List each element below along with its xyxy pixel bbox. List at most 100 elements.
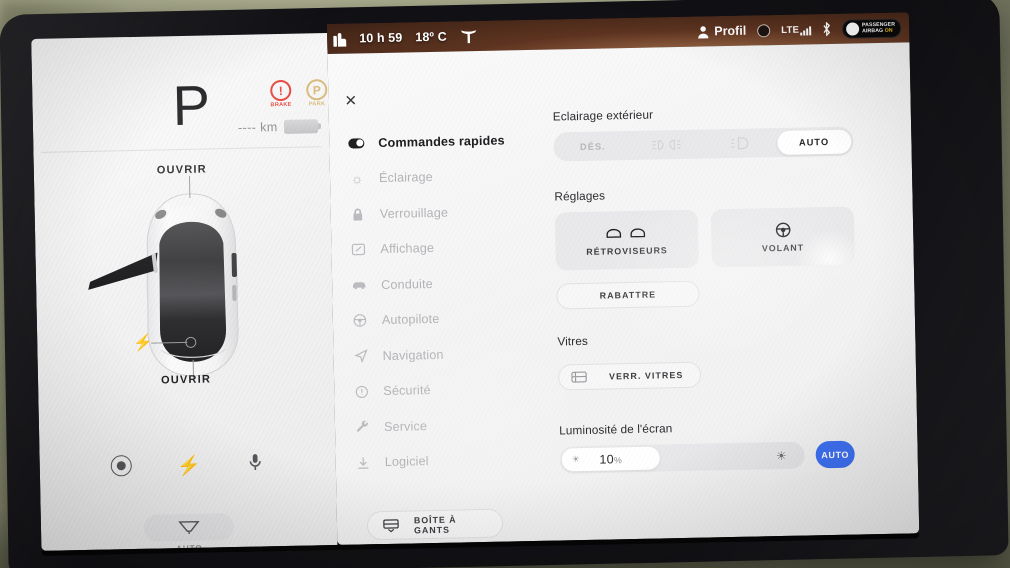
brightness-slider[interactable]: 10% ☀ ☀ [559,441,805,474]
light-icon: ☼ [350,170,364,187]
charge-bolt-icon: ⚡ [133,334,154,353]
car-icon [350,281,368,290]
steering-wheel-tile[interactable]: VOLANT [710,206,855,268]
profile-button[interactable]: Profil [697,24,746,39]
steering-wheel-icon [774,221,790,238]
sun-large-icon: ☀ [775,448,787,463]
airbag-symbol-icon [845,21,860,36]
controls-content: Eclairage extérieur DÉS. AUTO Réglages R… [553,103,905,474]
charge-bolt-icon[interactable]: ⚡ [177,454,201,478]
hand-icon[interactable] [333,31,347,47]
sidebar-item-autopilote[interactable]: Autopilote [351,299,537,338]
sidebar-label: Sécurité [383,383,431,399]
driving-card: P ! BRAKE P PARK ---- km OUVRIR ⚡ OUVRIR… [31,33,338,553]
wiper-icon [178,520,200,534]
sidebar-item-securite[interactable]: Sécurité [352,370,538,409]
mirrors-label: RÉTROVISEURS [586,245,668,257]
mirrors-tile[interactable]: RÉTROVISEURS [554,209,699,271]
tesla-t-logo[interactable] [460,29,477,44]
exterior-lighting-title: Eclairage extérieur [552,107,654,124]
airbag-state: ON [884,27,893,34]
brightness-control: 10% ☀ ☀ AUTO [559,440,904,474]
sidebar-label: Autopilote [381,312,440,328]
sidebar-label: Conduite [381,276,433,292]
brightness-auto-button[interactable]: AUTO [815,440,855,469]
microphone-icon[interactable] [246,452,265,471]
person-icon [698,25,709,39]
navigation-icon [351,349,369,363]
sidebar-label: Service [383,418,428,434]
window-lock-button[interactable]: VERR. VITRES [557,361,702,391]
wiper-button[interactable] [143,513,235,542]
sidebar-item-navigation[interactable]: Navigation [351,335,537,374]
low-beam-icon [730,137,750,150]
lighting-option-off[interactable]: DÉS. [556,134,630,159]
glovebox-label: BOÎTE À GANTS [413,514,457,535]
sidebar-item-affichage[interactable]: Affichage [349,228,535,267]
sidebar-item-logiciel[interactable]: Logiciel [353,441,539,480]
safety-icon [352,385,370,398]
range-display: ---- km [238,119,318,135]
park-warning: P PARK [303,79,331,108]
sidebar-label: Verrouillage [379,205,449,221]
tesla-touchscreen-photo: P ! BRAKE P PARK ---- km OUVRIR ⚡ OUVRIR… [0,0,1010,568]
sidebar-item-commandes-rapides[interactable]: Commandes rapides [347,122,533,161]
media-circle-icon[interactable] [757,23,771,37]
fold-mirrors-button[interactable]: RABATTRE [556,280,700,310]
sidebar-label: Commandes rapides [378,133,505,150]
lte-indicator: LTE [781,24,812,36]
gear-indicator: P [171,73,211,138]
warning-indicators: ! BRAKE P PARK [267,79,331,108]
park-warning-icon: P [306,79,328,101]
brightness-value: 10% [599,451,623,467]
download-icon [354,456,372,469]
quick-icon-row: ⚡ [40,451,336,481]
brake-warning-label: BRAKE [270,101,292,109]
clock-time: 10 h 59 [359,30,403,46]
bluetooth-icon[interactable] [822,21,831,37]
airbag-text: PASSENGER AIRBAG ON [862,22,895,35]
brake-warning-icon: ! [270,79,292,102]
sidebar-label: Éclairage [378,170,434,186]
controls-panel: ✕ Commandes rapides ☼ Éclairage Verrouil… [327,42,920,545]
outside-temperature: 18º C [415,29,447,45]
sun-small-icon: ☀ [571,454,580,465]
car-topdown-svg [88,193,239,378]
lock-icon [349,207,367,221]
close-icon[interactable]: ✕ [344,92,357,109]
exterior-lighting-segmented-control[interactable]: DÉS. AUTO [553,126,854,162]
settings-tiles: RÉTROVISEURS VOLANT [554,206,901,271]
sidebar-item-eclairage[interactable]: ☼ Éclairage [348,157,534,196]
steering-icon [351,314,369,328]
parking-lights-icon [651,138,681,152]
passenger-airbag-badge: PASSENGER AIRBAG ON [841,18,902,39]
mirrors-icon [606,224,647,242]
vehicle-illustration[interactable]: ⚡ [34,175,334,385]
windows-title: Vitres [557,333,589,349]
range-value: ---- km [237,120,278,135]
lighting-option-auto[interactable]: AUTO [776,129,852,155]
brightness-title: Luminosité de l'écran [559,421,673,438]
profile-label: Profil [714,23,747,39]
steering-wheel-label: VOLANT [761,242,805,254]
lighting-option-lowbeam[interactable] [703,131,777,156]
window-lock-icon [571,370,587,384]
sidebar-label: Affichage [380,241,435,257]
sidebar-item-service[interactable]: Service [353,406,539,445]
dashcam-icon[interactable] [110,455,132,477]
sidebar-label: Logiciel [384,454,429,470]
glovebox-button[interactable]: BOÎTE À GANTS [366,508,504,541]
signal-bars-icon [800,25,812,36]
sidebar-item-conduite[interactable]: Conduite [350,264,536,303]
lcd-screen: P ! BRAKE P PARK ---- km OUVRIR ⚡ OUVRIR… [31,12,920,556]
airbag-line2: AIRBAG [862,27,884,35]
sidebar-label: Navigation [382,347,444,363]
controls-sidebar: Commandes rapides ☼ Éclairage Verrouilla… [347,122,539,481]
frunk-leader-line [188,175,191,198]
wrench-icon [353,420,371,434]
lighting-option-parking[interactable] [629,132,703,157]
frunk-open-label[interactable]: OUVRIR [34,161,330,179]
park-warning-label: PARK [308,101,326,108]
card-divider [41,146,322,153]
sidebar-item-verrouillage[interactable]: Verrouillage [348,193,534,232]
